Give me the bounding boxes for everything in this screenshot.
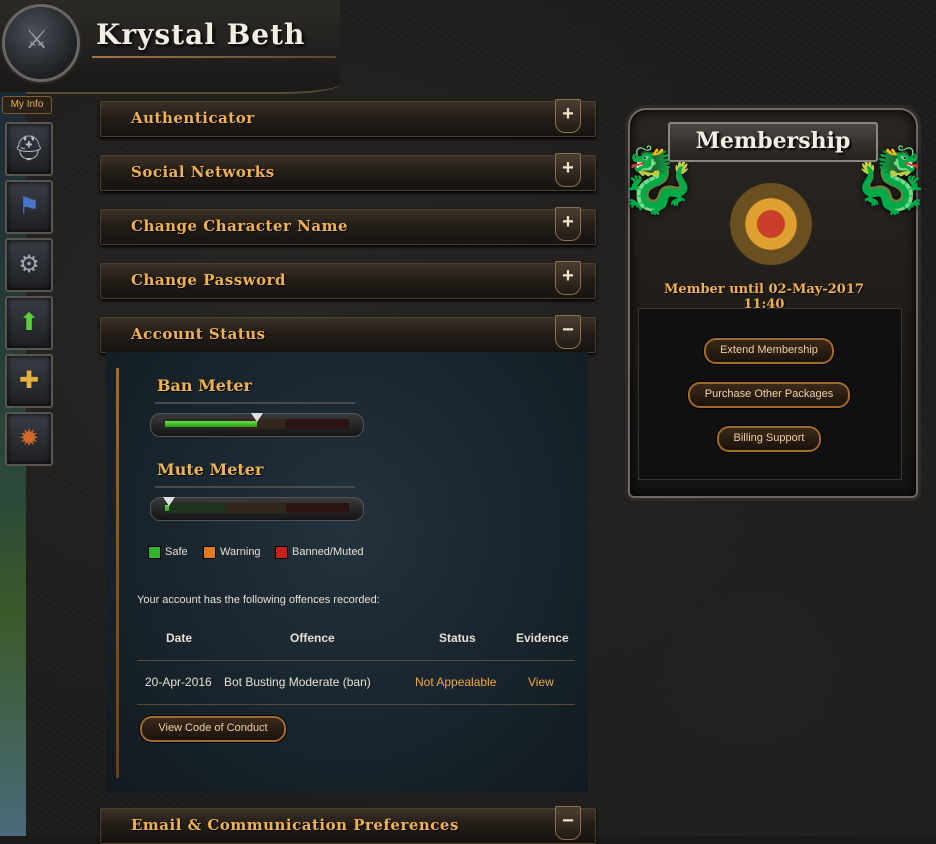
legend-label: Warning [220, 546, 261, 558]
section-title: Change Password [131, 271, 287, 289]
offence-intro-text: Your account has the following offences … [137, 594, 380, 606]
section-title: Change Character Name [131, 217, 348, 235]
column-header-date: Date [166, 631, 193, 645]
legend-swatch [148, 545, 161, 559]
purchase-other-packages-button[interactable]: Purchase Other Packages [688, 382, 850, 408]
section-title: Account Status [131, 325, 266, 343]
extend-membership-button[interactable]: Extend Membership [704, 338, 834, 364]
column-header-status: Status [439, 631, 476, 645]
section-authenticator[interactable]: Authenticator + [100, 99, 596, 137]
section-change-character-name[interactable]: Change Character Name + [100, 207, 596, 245]
expand-icon[interactable]: + [555, 207, 581, 241]
section-social-networks[interactable]: Social Networks + [100, 153, 596, 191]
offence-status: Not Appealable [415, 675, 497, 689]
add-friend-icon[interactable]: ✚ [5, 354, 53, 408]
section-title: Email & Communication Preferences [131, 816, 459, 834]
gear-icon[interactable]: ⚙ [5, 238, 53, 292]
helmet-icon[interactable]: ⛑ [5, 122, 53, 176]
legend-warning: Warning [203, 545, 261, 559]
my-info-tab[interactable]: My Info [2, 96, 52, 114]
offence-name: Bot Busting Moderate (ban) [224, 675, 371, 689]
panel-accent-line [116, 368, 119, 778]
table-divider [137, 660, 575, 661]
column-header-evidence: Evidence [516, 631, 569, 645]
expand-icon[interactable]: + [555, 99, 581, 133]
player-name: Krystal Beth [96, 18, 306, 51]
offence-date: 20-Apr-2016 [145, 675, 212, 689]
membership-title: Membership [668, 122, 878, 162]
collapse-icon[interactable]: − [555, 315, 581, 349]
billing-support-button[interactable]: Billing Support [717, 426, 821, 452]
rank-up-icon[interactable]: ⬆ [5, 296, 53, 350]
meter-divider [155, 402, 355, 404]
banner-icon[interactable]: ⚑ [5, 180, 53, 234]
section-account-status[interactable]: Account Status − [100, 315, 596, 353]
legend-swatch [203, 545, 216, 559]
mute-meter-label: Mute Meter [157, 460, 264, 479]
section-title: Social Networks [131, 163, 275, 181]
legend-label: Safe [165, 546, 188, 558]
column-header-offence: Offence [290, 631, 335, 645]
expand-icon[interactable]: + [555, 261, 581, 295]
ban-meter-label: Ban Meter [157, 376, 252, 395]
section-title: Authenticator [131, 109, 255, 127]
legend-safe: Safe [148, 545, 188, 559]
member-until-text: Member until 02-May-2017 11:40 [664, 282, 864, 312]
expand-icon[interactable]: + [555, 153, 581, 187]
mute-meter-marker [163, 497, 175, 506]
legend-label: Banned/Muted [292, 546, 364, 558]
legend-swatch [275, 545, 288, 559]
view-evidence-link[interactable]: View [528, 675, 554, 689]
header-divider [92, 56, 336, 58]
legend-banned: Banned/Muted [275, 545, 364, 559]
ban-meter-fill [165, 421, 257, 427]
meter-divider [155, 486, 355, 488]
section-email-communication[interactable]: Email & Communication Preferences − [100, 806, 596, 844]
mute-meter [150, 497, 364, 521]
view-code-of-conduct-button[interactable]: View Code of Conduct [140, 716, 286, 742]
shield-emblem-icon [706, 170, 836, 278]
ban-meter [150, 413, 364, 437]
runescape-crest-icon[interactable]: ⚔ [2, 4, 80, 82]
table-divider [137, 704, 575, 705]
bomb-icon[interactable]: ✹ [5, 412, 53, 466]
ban-meter-marker [251, 413, 263, 422]
collapse-icon[interactable]: − [555, 806, 581, 840]
section-change-password[interactable]: Change Password + [100, 261, 596, 299]
